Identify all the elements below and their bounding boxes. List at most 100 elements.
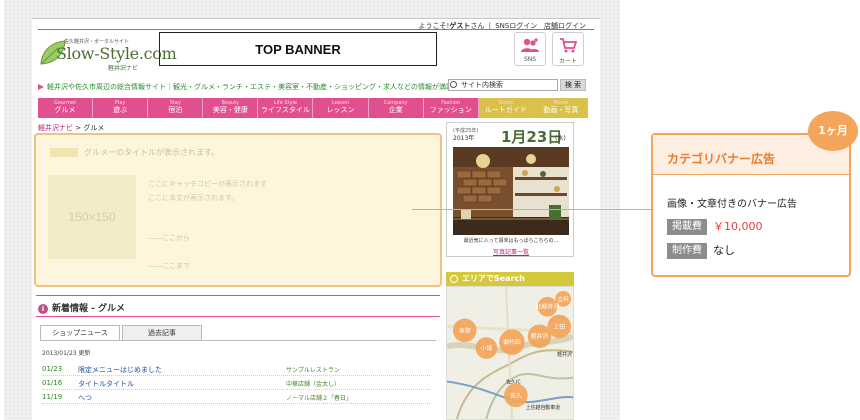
news-title[interactable]: 限定メニューはじめました xyxy=(78,365,162,375)
cart-icon xyxy=(560,38,578,53)
catch-copy-text: 軽井沢や佐久市周辺の総合情報サイト｜観光・グルメ・ランチ・エステ・美容室・不動産… xyxy=(47,83,460,91)
callout-title: カテゴリバナー広告 xyxy=(667,152,776,166)
area-bubble[interactable]: 立科 xyxy=(557,295,569,303)
site-search: サイト内検索 検 索 xyxy=(448,79,586,91)
news-divider-top xyxy=(36,295,440,296)
nav-item[interactable]: Gourmet グルメ xyxy=(38,98,94,118)
period-badge: 1ヶ月 xyxy=(808,111,858,151)
info-icon: i xyxy=(38,303,48,314)
callout-description: 画像・文章付きのバナー広告 xyxy=(667,199,797,210)
site-logo[interactable]: 佐久軽井沢・ポータルサイト Slow-Style.com 軽井沢ナビ xyxy=(38,38,177,78)
area-bubble[interactable]: 軽井沢 xyxy=(531,332,549,340)
breadcrumb-separator: > xyxy=(75,124,82,132)
news-heading: i 新着情報 - グルメ xyxy=(38,301,125,314)
news-heading-text: 新着情報 - グルメ xyxy=(52,304,126,314)
ad-callout: カテゴリバナー広告 画像・文章付きのバナー広告 掲載費 ￥10,000 制作費 なし xyxy=(651,133,851,277)
cart-button[interactable]: カート xyxy=(552,32,584,66)
news-date: 01/23 xyxy=(42,365,63,373)
nav-item-label: ルートガイド xyxy=(484,106,527,114)
news-title[interactable]: タイトルタイトル xyxy=(78,379,134,389)
cart-label: カート xyxy=(558,58,577,65)
category-banner-to: ――ここまで xyxy=(148,262,190,270)
nav-item[interactable]: Play 遊ぶ xyxy=(93,98,149,118)
search-icon xyxy=(450,275,458,283)
area-search-title: エリアでSearch xyxy=(462,274,525,283)
area-bubble[interactable]: 上田 xyxy=(553,322,565,330)
tab-shop-news[interactable]: ショップニュース xyxy=(40,325,120,340)
news-divider-bottom xyxy=(36,316,440,317)
category-banner-image: 150×150 xyxy=(48,175,136,259)
category-banner-area[interactable]: グルメーのタイトルが表示されます。 150×150 ここにキャッチコピーが表示さ… xyxy=(34,133,442,287)
photo-year: 2013年 xyxy=(453,135,475,142)
area-search-heading: エリアでSearch xyxy=(446,272,574,286)
news-shop: サンプルレストラン xyxy=(286,367,340,374)
sns-label: SNS xyxy=(523,56,537,63)
sns-button[interactable]: SNS xyxy=(514,32,546,66)
nav-item-label: 企業 xyxy=(388,106,403,114)
fee-row: 掲載費 ￥10,000 xyxy=(667,219,763,235)
production-label: 制作費 xyxy=(667,243,707,259)
logo-subtitle: 軽井沢ナビ xyxy=(108,65,139,72)
news-row[interactable]: 01/23 限定メニューはじめました サンプルレストラン xyxy=(42,364,430,376)
photo-day: 1月23日 xyxy=(501,128,563,146)
arrow-icon xyxy=(38,84,44,90)
news-title[interactable]: へつ xyxy=(78,393,92,403)
nav-item-label: ファッション xyxy=(429,106,472,114)
photo-caption: 最近気に入って週末はもっぱらこちらの... xyxy=(463,238,559,244)
search-icon xyxy=(450,81,457,88)
nav-item-label: 美容・健康 xyxy=(212,106,248,114)
nav-item[interactable]: Route ルートガイド xyxy=(478,98,534,118)
nav-item-label: 動画・写真 xyxy=(543,106,579,114)
news-row[interactable]: 11/19 へつ ノーマル店舗２「春日」 xyxy=(42,392,430,404)
search-button[interactable]: 検 索 xyxy=(560,79,586,91)
production-row: 制作費 なし xyxy=(667,243,735,259)
users-icon xyxy=(521,38,539,52)
category-banner-pill xyxy=(50,148,78,157)
top-banner[interactable]: TOP BANNER xyxy=(159,32,437,66)
news-tabs: ショップニュース 過去記事 xyxy=(40,325,204,340)
map-label: 軽井沢 xyxy=(557,351,572,358)
nav-item[interactable]: Movie 動画・写真 xyxy=(533,98,588,118)
nav-item[interactable]: Fashion ファッション xyxy=(424,98,479,118)
nav-item[interactable]: Company 企業 xyxy=(369,98,424,118)
news-date: 01/16 xyxy=(42,379,63,387)
area-bubble[interactable]: 小諸 xyxy=(480,344,492,352)
area-map[interactable]: 東御小諸御代田軽井沢佐久上田北軽井沢立科 軽井沢佐久IC上信越自動車道 xyxy=(446,286,574,420)
breadcrumb-home[interactable]: 軽井沢ナビ xyxy=(38,124,73,132)
photo-weekday: (水) xyxy=(555,135,566,142)
nav-item-label: 宿泊 xyxy=(168,106,183,114)
photo-widget: (平成25年) 2013年 1月23日 (水) 最近気に入って週末はもっぱらこち… xyxy=(446,122,574,257)
news-row[interactable]: 01/16 タイトルタイトル 中華店舗（金太し） xyxy=(42,378,430,390)
category-banner-from: ――ここから xyxy=(148,234,190,242)
area-bubble[interactable]: 佐久 xyxy=(510,391,522,399)
page-background: ようこそ!ゲストさん | SNSログイン 店舗ログイン 佐久軽井沢・ポータルサイ… xyxy=(4,0,620,420)
area-bubble[interactable]: 北軽井沢 xyxy=(536,303,560,311)
nav-item-label: ライフスタイル xyxy=(260,106,310,114)
nav-item[interactable]: Life Style ライフスタイル xyxy=(258,98,314,118)
header-divider xyxy=(38,29,594,30)
search-input[interactable]: サイト内検索 xyxy=(448,79,558,91)
news-date: 11/19 xyxy=(42,393,63,401)
category-banner-title: グルメーのタイトルが表示されます。 xyxy=(84,148,220,157)
fee-label: 掲載費 xyxy=(667,219,707,235)
nav-item[interactable]: Stay 宿泊 xyxy=(148,98,204,118)
production-value: なし xyxy=(713,244,735,257)
news-updated: 2013/01/23 更新 xyxy=(42,350,91,357)
tab-past-articles[interactable]: 過去記事 xyxy=(122,325,202,340)
nav-item-label: 遊ぶ xyxy=(113,106,128,114)
photo-image[interactable] xyxy=(453,147,569,235)
tab-underline xyxy=(40,340,436,341)
map-label: 佐久IC xyxy=(506,379,521,386)
area-bubble[interactable]: 御代田 xyxy=(503,338,521,346)
nav-item[interactable]: Beauty 美容・健康 xyxy=(203,98,259,118)
main-nav: Gourmet グルメ Play 遊ぶ Stay 宿泊 Beauty 美容・健康 Life St… xyxy=(38,98,588,118)
top-divider xyxy=(32,18,600,19)
fee-value: ￥10,000 xyxy=(713,220,763,233)
map-label: 上信越自動車道 xyxy=(526,404,560,411)
site-mockup: ようこそ!ゲストさん | SNSログイン 店舗ログイン 佐久軽井沢・ポータルサイ… xyxy=(32,18,600,420)
area-bubble[interactable]: 東御 xyxy=(459,326,471,334)
breadcrumb: 軽井沢ナビ > グルメ xyxy=(38,123,104,133)
category-banner-body: ここに本文が表示されます。 xyxy=(148,194,239,202)
nav-item[interactable]: Lesson レッスン xyxy=(313,98,369,118)
photo-more-link[interactable]: 写真記事一覧 xyxy=(447,247,575,256)
